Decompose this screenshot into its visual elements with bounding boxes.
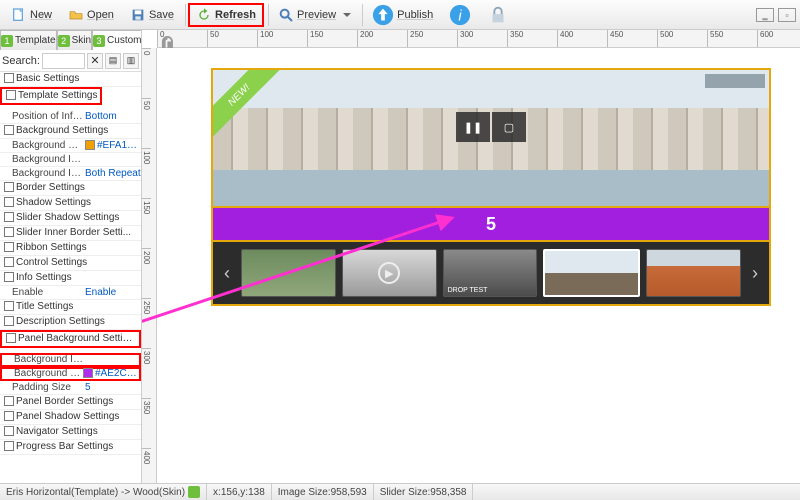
title-bar: 5 [211,208,771,242]
group-info-settings[interactable]: Info Settings [0,271,141,286]
window-minimize-button[interactable]: ‗ [756,8,774,22]
window-restore-button[interactable]: ▫ [778,8,796,22]
thumbnail[interactable]: ▶ [342,249,437,297]
refresh-icon [196,7,212,23]
prop-background-color[interactable]: Background Color#EFA103FF [0,139,141,153]
status-image-size: Image Size:958,593 [278,487,367,498]
preview-button[interactable]: Preview [271,3,358,27]
tab-skin[interactable]: 2Skin [57,30,92,50]
prop-panel-bg-color[interactable]: Background Color#AE2CEAFF [0,367,141,381]
new-label: New [30,9,52,21]
open-icon [68,7,84,23]
search-row: Search: ✕ ▤ ▥ [0,50,141,72]
open-button[interactable]: Open [61,3,121,27]
thumbnail[interactable] [241,249,336,297]
info-button[interactable]: i [442,3,478,27]
hero-panel: NEW! ❚❚ ▢ [211,68,771,208]
save-label: Save [149,9,174,21]
open-label: Open [87,9,114,21]
refresh-button[interactable]: Refresh [188,3,264,27]
group-description-settings[interactable]: Description Settings [0,315,141,330]
player-controls: ❚❚ ▢ [456,112,526,142]
toggle-b-button[interactable]: ▥ [123,53,139,69]
thumbnail[interactable] [646,249,741,297]
canvas-area: 0501001502002503003504004505005506006507… [142,30,800,483]
group-basic-settings[interactable]: Basic Settings [0,72,141,87]
thumb-next-button[interactable]: › [747,263,763,284]
publish-button[interactable]: Publish [365,3,440,27]
group-control-settings[interactable]: Control Settings [0,256,141,271]
group-shadow-settings[interactable]: Shadow Settings [0,196,141,211]
group-panel-shadow-settings[interactable]: Panel Shadow Settings [0,410,141,425]
new-icon [11,7,27,23]
group-navigator-settings[interactable]: Navigator Settings [0,425,141,440]
thumbnail[interactable]: DROP TEST [443,249,538,297]
watermark [705,74,765,88]
thumbnail-strip: ‹ ▶ DROP TEST › [211,242,771,306]
group-title-settings[interactable]: Title Settings [0,300,141,315]
preview-label: Preview [297,9,336,21]
status-refresh-icon[interactable] [188,486,200,498]
prop-background-image[interactable]: Background Image [0,153,141,167]
new-button[interactable]: New [4,3,59,27]
save-button[interactable]: Save [123,3,181,27]
publish-icon [372,4,394,26]
toggle-a-button[interactable]: ▤ [105,53,121,69]
slider-preview: NEW! ❚❚ ▢ 5 ‹ ▶ DROP TEST › [211,68,771,306]
thumbnail[interactable] [543,249,640,297]
property-list: Basic Settings Template Settings Positio… [0,72,141,483]
main-toolbar: New Open Save Refresh Preview Publish i … [0,0,800,30]
prop-padding-size[interactable]: Padding Size5 [0,381,141,395]
search-label: Search: [2,55,40,67]
prop-panel-bg-image[interactable]: Background Image [0,353,141,367]
group-panel-border-settings[interactable]: Panel Border Settings [0,395,141,410]
tab-custom[interactable]: 3Custom [92,30,142,50]
refresh-label: Refresh [215,9,256,21]
group-slider-inner-border[interactable]: Slider Inner Border Setti... [0,226,141,241]
group-slider-shadow-settings[interactable]: Slider Shadow Settings [0,211,141,226]
group-ribbon-settings[interactable]: Ribbon Settings [0,241,141,256]
group-background-settings[interactable]: Background Settings [0,124,141,139]
group-template-settings[interactable]: Template Settings [0,87,102,105]
clear-search-button[interactable]: ✕ [87,53,103,69]
left-tabs: 1Template 2Skin 3Custom [0,30,141,50]
lock-icon [487,4,509,26]
play-icon: ▶ [378,262,400,284]
pause-button[interactable]: ❚❚ [456,112,490,142]
fullscreen-button[interactable]: ▢ [492,112,526,142]
lock-button[interactable] [480,3,516,27]
horizontal-ruler: 0501001502002503003504004505005506006507… [157,30,800,48]
publish-label: Publish [397,9,433,21]
slide-number: 5 [486,214,496,235]
group-progress-bar-settings[interactable]: Progress Bar Settings [0,440,141,455]
status-bar: Eris Horizontal(Template) -> Wood(Skin) … [0,483,800,500]
status-slider-size: Slider Size:958,358 [380,487,467,498]
group-panel-bg-settings[interactable]: Panel Background Settings [0,330,141,348]
save-icon [130,7,146,23]
tab-template[interactable]: 1Template [0,30,57,50]
group-border-settings[interactable]: Border Settings [0,181,141,196]
prop-enable[interactable]: EnableEnable [0,286,141,300]
status-template-skin: Eris Horizontal(Template) -> Wood(Skin) [6,487,185,498]
design-canvas[interactable]: NEW! ❚❚ ▢ 5 ‹ ▶ DROP TEST › [157,48,800,483]
search-input[interactable] [42,53,85,69]
properties-pane: 1Template 2Skin 3Custom Search: ✕ ▤ ▥ Ba… [0,30,142,483]
main-area: 1Template 2Skin 3Custom Search: ✕ ▤ ▥ Ba… [0,30,800,483]
prop-position-of-info[interactable]: Position of Info_Thumb...Bottom [0,110,141,124]
preview-icon [278,7,294,23]
thumb-prev-button[interactable]: ‹ [219,263,235,284]
status-cursor: x:156,y:138 [213,487,265,498]
vertical-ruler: 050100150200250300350400450 [142,48,157,483]
prop-background-image-repeat[interactable]: Background Image Re...Both Repeat [0,167,141,181]
info-icon: i [449,4,471,26]
